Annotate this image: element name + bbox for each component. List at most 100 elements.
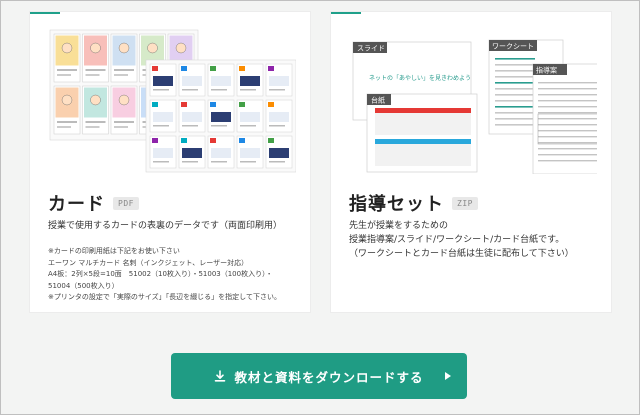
worksheet-line [495,106,535,108]
plan-line [538,94,597,96]
note-line: ※プリンタの設定で「実際のサイズ」「長辺を綴じる」を指定して下さい。 [48,293,281,301]
card-print-notes: ※カードの印刷用紙は下記をお使い下さい エーワン マルチカード 名刺（インクジェ… [48,246,308,304]
card-content-block [182,148,202,158]
board-preview: 台紙 [366,93,478,173]
download-button[interactable]: 教材と資料をダウンロードする [171,353,467,399]
card-mark [210,102,216,107]
card-accent-line [30,12,60,14]
card-content-block [182,76,202,86]
card-accent-line [331,12,361,14]
card-mark [268,102,274,107]
note-line: A4板：2列×5段=10面 51002（10枚入り）・51003（100枚入り）… [48,270,273,278]
card-mark [239,138,245,143]
download-icon [215,370,226,382]
card-mark [181,138,187,143]
card-content-block [211,112,231,122]
plan-line [538,130,597,132]
plan-line [538,148,597,150]
text-line [182,89,198,91]
text-line [182,125,198,127]
card-content-block [211,76,231,86]
card-mark [239,66,245,71]
text-line [57,69,77,71]
text-line [57,121,77,123]
character-illustration [118,42,130,54]
card-mark [210,138,216,143]
plan-line [538,142,597,144]
text-line [269,161,285,163]
character-illustration [90,94,101,106]
card-content-block [269,148,289,158]
text-line [114,126,128,128]
card-content-block [240,148,260,158]
card-content-block [269,76,289,86]
guide-description: 先生が授業をするための 授業指導案/スライド/ワークシート/カード台紙です。 （… [349,219,604,261]
character-illustration [90,42,101,54]
guide-heading: 指導セット ZIP [349,190,478,216]
desc-line: （ワークシートとカード台紙は生徒に配布して下さい） [349,249,574,259]
card-mark [268,66,274,71]
plan-line [538,112,597,114]
text-line [240,89,256,91]
text-line [240,161,256,163]
plan-line [538,106,597,108]
plan-line [538,136,597,138]
character-illustration [61,42,73,54]
plan-line [538,100,597,102]
text-line [85,121,106,123]
slide-label: スライド [357,45,385,53]
guide-set-preview-image: スライド ネットの「あやしい」を見きわめよう ワークシート 指導案 台紙 [352,39,597,174]
card-content-block [269,112,289,122]
slide-text: ネットの「あやしい」を見きわめよう [369,74,471,82]
text-line [182,161,198,163]
download-button-label: 教材と資料をダウンロードする [234,369,424,385]
plan-line [538,160,597,162]
card-mark [152,138,158,143]
text-line [85,126,100,128]
file-type-badge: ZIP [452,196,478,210]
text-line [85,74,100,76]
card-mark [210,66,216,71]
text-line [57,126,71,128]
worksheet-line [495,82,535,84]
character-illustration [147,42,158,54]
character-illustration [175,42,187,54]
desc-line: 先生が授業をするための [349,221,449,231]
plan-line [538,88,597,90]
plan-line [538,124,597,126]
text-line [85,69,106,71]
plan-label: 指導案 [536,66,557,75]
card-mark [268,138,274,143]
card-material-card: カード PDF 授業で使用するカードの表裏のデータです（両面印刷用） ※カードの… [29,11,311,313]
text-line [269,89,285,91]
card-title: カード [48,194,105,215]
card-content-block [240,76,260,86]
text-line [153,89,169,91]
card-guide-set: スライド ネットの「あやしい」を見きわめよう ワークシート 指導案 台紙 指導セ… [330,11,612,313]
board-label: 台紙 [371,96,385,105]
card-mark [152,66,158,71]
card-mark [239,102,245,107]
text-line [114,121,134,123]
card-content-block [153,112,173,122]
arrow-right-icon [445,372,451,380]
card-content-block [240,112,260,122]
worksheet-line [495,58,535,60]
card-description: 授業で使用するカードの表裏のデータです（両面印刷用） [48,221,283,231]
worksheet-label: ワークシート [492,43,534,51]
text-line [114,74,128,76]
character-illustration [118,94,130,106]
text-line [211,161,227,163]
card-mark [181,66,187,71]
cards-back-sheet [145,59,296,173]
lesson-plan-preview: 指導案 [532,63,597,174]
text-line [240,125,256,127]
file-type-badge: PDF [113,196,139,210]
text-line [114,69,134,71]
plan-line [538,118,597,120]
card-content-block [153,148,173,158]
note-line: ※カードの印刷用紙は下記をお使い下さい [48,247,180,255]
text-line [57,74,71,76]
cards-preview-image [49,29,296,173]
card-content-block [211,148,231,158]
